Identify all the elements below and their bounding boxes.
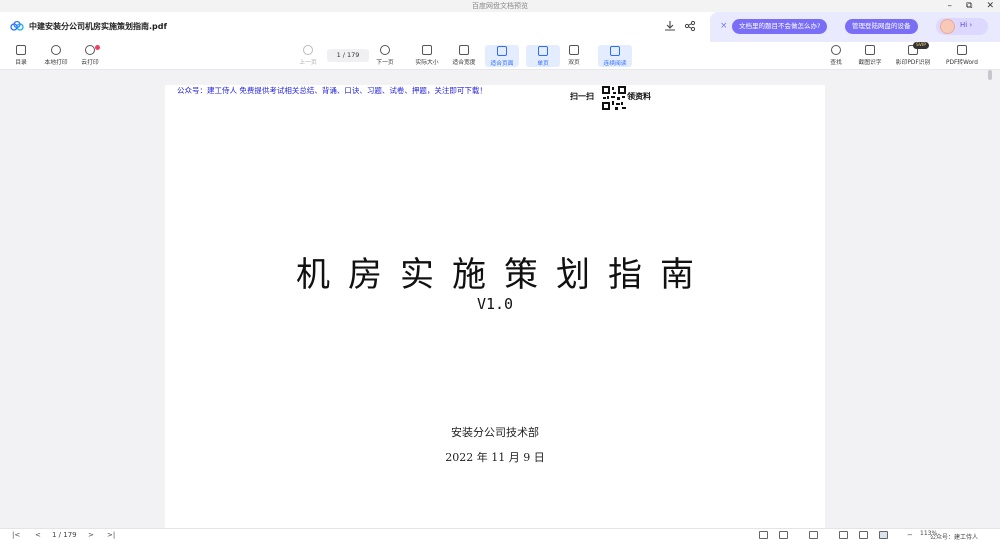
os-title-bar: 百度网盘文档预览 – ⧉ ✕ [0,0,1000,12]
download-icon[interactable] [664,20,676,32]
fit-page-icon [497,46,507,56]
bottom-page-indicator: 1 / 179 [52,531,77,539]
single-page-view-icon[interactable] [759,531,768,539]
catalog-button[interactable]: 目录 [4,45,38,66]
single-page-label: 单页 [537,61,549,67]
document-date: 2022 年 11 月 9 日 [445,451,545,464]
continuous-read-button[interactable]: 连续阅读 [598,45,632,67]
chevron-up-icon [303,45,313,55]
pdf-to-word-button[interactable]: PDF转Word [945,45,979,66]
local-print-label: 本地打印 [44,60,68,66]
prev-page-button[interactable]: 上一页 [291,45,325,66]
baidu-netdisk-logo-icon [10,21,24,31]
scan-ocr-label: 影印PDF识别 [895,60,931,66]
fit-page-view-icon[interactable] [879,531,888,539]
continuous-read-label: 连续阅读 [603,61,627,67]
search-label: 查找 [830,60,842,66]
actual-size-icon [422,45,432,55]
qr-code-icon [601,85,627,111]
scan-label: 扫一扫 [570,91,594,101]
reader-toolbar: 目录 本地打印 云打印 上一页 1 / 179 下一页 实际大小 适合宽度 适合… [0,42,1000,70]
pdf-page: 公众号：建工侍人 免费提供考试相关总结、背诵、口诀、习题、试卷、押题，关注即可下… [165,85,825,530]
next-page-label: 下一页 [376,60,394,66]
screenshot-ocr-label: 截图识字 [858,60,882,66]
assistant-hi-label: Hi › [960,21,973,29]
document-main-title: 机房实施策划指南 [296,255,712,295]
catalog-label: 目录 [15,60,27,66]
next-page-small-button[interactable]: > [88,530,94,540]
pdf-to-word-icon [957,45,967,55]
zoom-out-button[interactable]: − [907,530,913,540]
fit-width-icon [459,45,469,55]
fit-width-button[interactable]: 适合宽度 [447,45,481,66]
scroll-thumb[interactable] [988,70,992,80]
page-number-input[interactable]: 1 / 179 [327,49,369,62]
actual-size-button[interactable]: 实际大小 [410,45,444,66]
vertical-scrollbar[interactable] [987,70,993,528]
document-version: V1.0 [476,295,514,313]
cloud-print-icon [85,45,95,55]
search-icon [831,45,841,55]
share-icon[interactable] [684,20,696,32]
window-title: 百度网盘文档预览 [472,2,528,10]
bottom-status-bar: |< < 1 / 179 > >| − 113% [0,528,1000,541]
fit-width-view-icon[interactable] [859,531,868,539]
single-page-button[interactable]: 单页 [526,45,560,67]
promo-banner: × 文档里的题目不会做怎么办? 管理登陆网盘的设备 Hi › [710,12,1000,42]
prev-page-label: 上一页 [299,60,317,66]
continuous-view-icon[interactable] [809,531,818,539]
last-page-button[interactable]: >| [107,530,115,540]
actual-size-label: 实际大小 [415,60,439,66]
cloud-print-button[interactable]: 云打印 [73,45,107,66]
screenshot-ocr-icon [865,45,875,55]
local-print-button[interactable]: 本地打印 [39,45,73,66]
next-page-button[interactable]: 下一页 [368,45,402,66]
page-notice-text: 公众号：建工侍人 免费提供考试相关总结、背诵、口诀、习题、试卷、押题，关注即可下… [177,86,487,95]
fit-page-label: 适合页面 [490,61,514,67]
first-page-button[interactable]: |< [12,530,20,540]
single-page-icon [538,46,548,56]
double-page-label: 双页 [568,60,580,66]
prev-page-small-button[interactable]: < [35,530,41,540]
promo-close-icon[interactable]: × [720,21,728,31]
assistant-hi-button[interactable]: Hi › [936,18,988,35]
double-page-button[interactable]: 双页 [557,45,591,66]
pdf-to-word-label: PDF转Word [946,60,978,66]
screenshot-ocr-button[interactable]: 截图识字 [853,45,887,66]
chevron-down-icon [380,45,390,55]
minimize-button[interactable]: – [948,0,953,12]
catalog-icon [16,45,26,55]
manage-devices-pill[interactable]: 管理登陆网盘的设备 [845,19,918,34]
search-button[interactable]: 查找 [819,45,853,66]
document-title: 中建安装分公司机房实施策划指南.pdf [29,22,167,31]
watermark-text: 公众号：建工侍人 [930,534,979,541]
continuous-read-icon [610,46,620,56]
double-page-icon [569,45,579,55]
document-department: 安装分公司技术部 [451,426,539,439]
double-page-view-icon[interactable] [779,531,788,539]
print-icon [51,45,61,55]
homework-help-pill[interactable]: 文档里的题目不会做怎么办? [732,19,828,34]
notification-dot [95,45,100,50]
svip-badge: SVIP [913,42,929,49]
fit-width-label: 适合宽度 [452,60,476,66]
cloud-print-label: 云打印 [81,60,99,66]
close-button[interactable]: ✕ [986,0,994,12]
actual-size-view-icon[interactable] [839,531,848,539]
get-materials-label: 领资料 [627,91,651,101]
restore-button[interactable]: ⧉ [966,0,972,12]
fit-page-button[interactable]: 适合页面 [485,45,519,67]
assistant-avatar-icon [940,19,955,34]
